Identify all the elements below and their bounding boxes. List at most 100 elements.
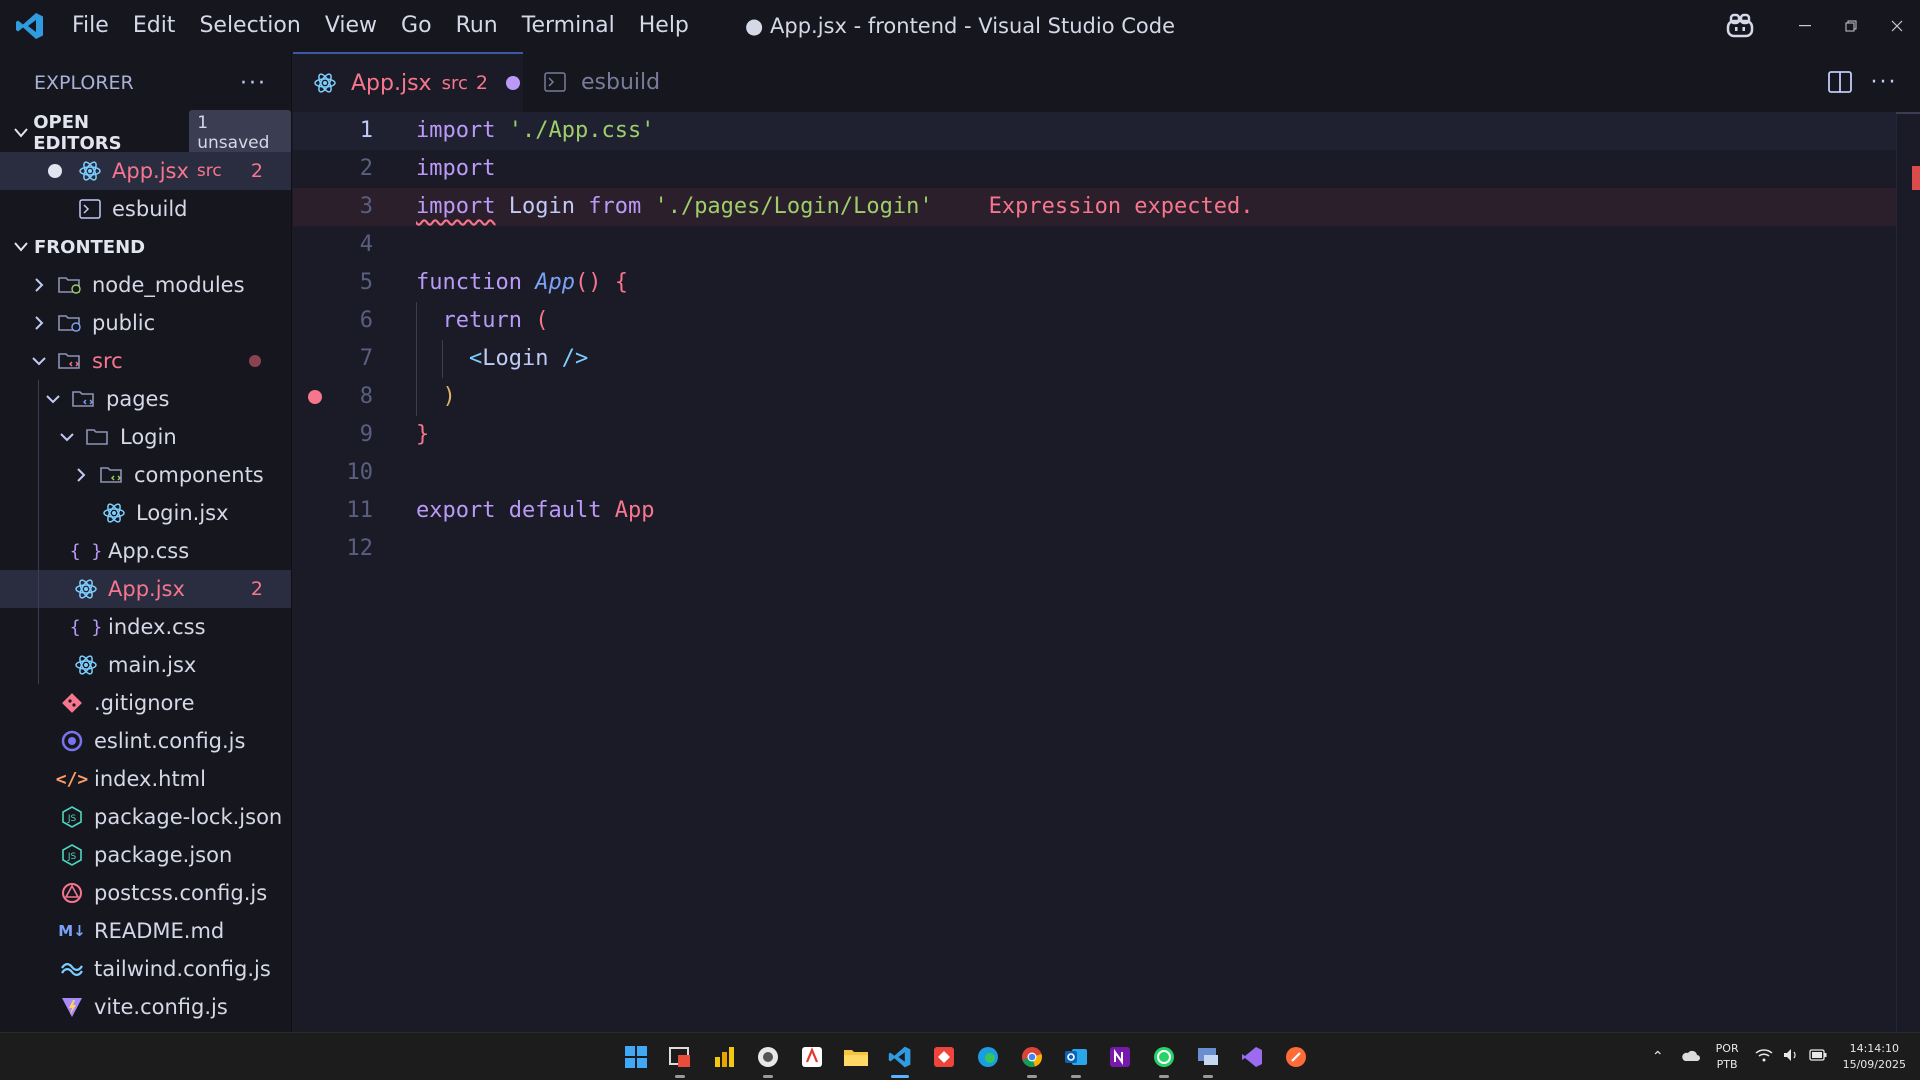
react-icon (72, 575, 100, 603)
tree-item-components[interactable]: components (0, 456, 291, 494)
onedrive-icon[interactable] (1672, 1048, 1708, 1066)
tree-item-app-css[interactable]: { } App.css (0, 532, 291, 570)
item-name: package.json (94, 843, 233, 867)
menu-help[interactable]: Help (627, 0, 701, 52)
open-editor-app-jsx[interactable]: App.jsx src 2 (0, 152, 291, 190)
svg-text:JS: JS (67, 852, 77, 862)
token-punctuation: () { (574, 270, 628, 295)
item-name: Login.jsx (136, 501, 229, 525)
line-number: 11 (346, 498, 374, 523)
tree-item-eslint-config[interactable]: eslint.config.js (0, 722, 291, 760)
menu-view[interactable]: View (313, 0, 389, 52)
code-line-4: 4 (293, 226, 1896, 264)
clock[interactable]: 14:14:10 15/09/2025 (1835, 1041, 1920, 1073)
github-desktop-icon[interactable] (746, 1035, 790, 1079)
anydesk-icon[interactable] (922, 1035, 966, 1079)
tree-item-tailwind-config[interactable]: tailwind.config.js (0, 950, 291, 988)
power-bi-icon[interactable] (702, 1035, 746, 1079)
menu-file[interactable]: File (60, 0, 121, 52)
restore-icon[interactable] (1828, 0, 1874, 52)
tree-item-readme[interactable]: M↓ README.md (0, 912, 291, 950)
indent-guide (416, 302, 417, 416)
more-actions-icon[interactable]: ··· (1862, 52, 1906, 112)
tree-item-login-jsx[interactable]: Login.jsx (0, 494, 291, 532)
react-icon (100, 499, 128, 527)
code-line-6: 6 return ( (293, 302, 1896, 340)
adobe-reader-icon[interactable] (790, 1035, 834, 1079)
clock-time: 14:14:10 (1849, 1042, 1899, 1055)
battery-icon[interactable] (1801, 1049, 1835, 1065)
postman-icon[interactable] (1274, 1035, 1318, 1079)
tree-item-public[interactable]: public (0, 304, 291, 342)
task-manager-icon[interactable] (658, 1035, 702, 1079)
close-icon[interactable] (1874, 0, 1920, 52)
code-editor[interactable]: 1 import './App.css' 2 import 3 import L… (293, 112, 1920, 1032)
menu-selection[interactable]: Selection (187, 0, 312, 52)
editor-scrollbar[interactable] (1896, 112, 1920, 1032)
tree-item-login-folder[interactable]: Login (0, 418, 291, 456)
item-name: index.css (108, 615, 206, 639)
tree-item-vite-config[interactable]: vite.config.js (0, 988, 291, 1026)
line-number: 3 (359, 194, 373, 219)
tree-item-gitignore[interactable]: .gitignore (0, 684, 291, 722)
chevron-right-icon (70, 467, 92, 483)
item-name: public (92, 311, 156, 335)
whatsapp-icon[interactable] (1142, 1035, 1186, 1079)
split-editor-icon[interactable] (1818, 52, 1862, 112)
chevron-down-icon (28, 356, 50, 366)
open-editors-header[interactable]: OPEN EDITORS 1 unsaved (0, 110, 291, 156)
outlook-icon[interactable] (1054, 1035, 1098, 1079)
edge-icon[interactable] (966, 1035, 1010, 1079)
menu-edit[interactable]: Edit (121, 0, 188, 52)
tree-item-app-jsx[interactable]: App.jsx 2 (0, 570, 291, 608)
html-icon: </> (55, 768, 89, 790)
tree-item-main-jsx[interactable]: main.jsx (0, 646, 291, 684)
tree-item-package-lock[interactable]: JS package-lock.json (0, 798, 291, 836)
tree-item-index-css[interactable]: { } index.css (0, 608, 291, 646)
frontend-folder-header[interactable]: FRONTEND (0, 228, 291, 266)
code-line-9: 9 } (293, 416, 1896, 454)
tree-item-src[interactable]: src (0, 342, 291, 380)
item-name: main.jsx (108, 653, 197, 677)
code-line-11: 11 export default App (293, 492, 1896, 530)
file-explorer-icon[interactable] (834, 1035, 878, 1079)
tab-desc: src (441, 72, 468, 94)
menu-terminal[interactable]: Terminal (510, 0, 627, 52)
chevron-up-icon[interactable]: ⌃ (1644, 1049, 1672, 1065)
start-icon[interactable] (614, 1035, 658, 1079)
chrome-icon[interactable] (1010, 1035, 1054, 1079)
menu-go[interactable]: Go (389, 0, 444, 52)
indent-guide (38, 532, 39, 570)
tab-app-jsx[interactable]: App.jsx src 2 (293, 52, 523, 112)
token-keyword: from (588, 194, 642, 219)
tab-label: App.jsx (351, 70, 432, 96)
menu-run[interactable]: Run (444, 0, 510, 52)
wifi-icon[interactable] (1747, 1048, 1781, 1066)
line-number: 7 (359, 346, 373, 371)
tree-item-postcss-config[interactable]: postcss.config.js (0, 874, 291, 912)
tree-item-index-html[interactable]: </> index.html (0, 760, 291, 798)
open-editor-esbuild[interactable]: esbuild (0, 190, 291, 228)
remote-desktop-icon[interactable] (1186, 1035, 1230, 1079)
copilot-icon[interactable] (1712, 0, 1768, 52)
windows-taskbar: ⌃ POR PTB 14:14:10 15/09/2025 (0, 1032, 1920, 1080)
input-language[interactable]: POR PTB (1708, 1041, 1747, 1073)
tree-item-package-json[interactable]: JS package.json (0, 836, 291, 874)
volume-icon[interactable] (1781, 1048, 1801, 1066)
visual-studio-icon[interactable] (1230, 1035, 1274, 1079)
chevron-down-icon (56, 432, 78, 442)
nodejs-icon: JS (58, 803, 86, 831)
minimize-icon[interactable] (1782, 0, 1828, 52)
tree-item-pages[interactable]: pages (0, 380, 291, 418)
vscode-logo-icon[interactable] (0, 0, 60, 52)
folder-node-icon (56, 271, 84, 299)
tab-esbuild[interactable]: esbuild (523, 52, 723, 112)
vscode-taskbar-icon[interactable] (878, 1035, 922, 1079)
tree-item-node-modules[interactable]: node_modules (0, 266, 291, 304)
code-line-2: 2 import (293, 150, 1896, 188)
unsaved-dot-icon[interactable] (505, 76, 520, 90)
item-name: node_modules (92, 273, 245, 297)
more-actions-icon[interactable]: ··· (240, 71, 267, 96)
unsaved-dot-icon[interactable] (48, 164, 62, 178)
onenote-icon[interactable] (1098, 1035, 1142, 1079)
